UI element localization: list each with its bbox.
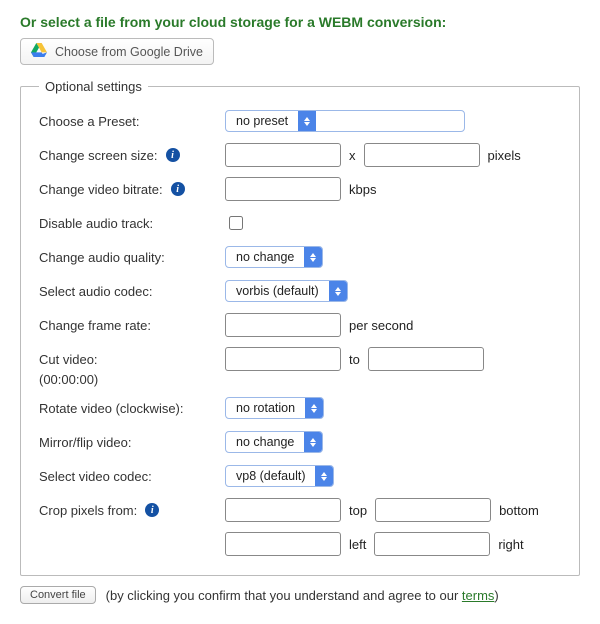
video-codec-label: Select video codec: xyxy=(39,469,152,484)
crop-bottom-unit: bottom xyxy=(499,503,539,518)
disable-audio-label: Disable audio track: xyxy=(39,216,153,231)
kbps-unit: kbps xyxy=(349,182,376,197)
frame-rate-input[interactable] xyxy=(225,313,341,337)
preset-select[interactable]: no preset xyxy=(225,110,465,132)
rotate-select[interactable]: no rotation xyxy=(225,397,324,419)
choose-google-drive-label: Choose from Google Drive xyxy=(55,45,203,59)
disclaimer-text: (by clicking you confirm that you unders… xyxy=(106,588,499,603)
preset-select-value: no preset xyxy=(226,114,298,128)
preset-label: Choose a Preset: xyxy=(39,114,139,129)
choose-google-drive-button[interactable]: Choose from Google Drive xyxy=(20,38,214,65)
cut-video-to-input[interactable] xyxy=(368,347,484,371)
convert-row: Convert file (by clicking you confirm th… xyxy=(20,586,580,604)
convert-file-button[interactable]: Convert file xyxy=(20,586,96,604)
info-icon[interactable]: i xyxy=(171,182,185,196)
audio-quality-select[interactable]: no change xyxy=(225,246,323,268)
screen-width-input[interactable] xyxy=(225,143,341,167)
screen-size-label: Change screen size: xyxy=(39,148,158,163)
audio-codec-label: Select audio codec: xyxy=(39,284,152,299)
audio-quality-label: Change audio quality: xyxy=(39,250,165,265)
rotate-label: Rotate video (clockwise): xyxy=(39,401,184,416)
per-second-unit: per second xyxy=(349,318,413,333)
select-arrows-icon xyxy=(315,466,333,486)
video-codec-value: vp8 (default) xyxy=(226,469,315,483)
frame-rate-label: Change frame rate: xyxy=(39,318,151,333)
crop-right-input[interactable] xyxy=(374,532,490,556)
crop-top-unit: top xyxy=(349,503,367,518)
terms-link[interactable]: terms xyxy=(462,588,495,603)
disclaimer-prefix: (by clicking you confirm that you unders… xyxy=(106,588,462,603)
crop-left-input[interactable] xyxy=(225,532,341,556)
rotate-value: no rotation xyxy=(226,401,305,415)
disable-audio-checkbox[interactable] xyxy=(229,216,243,230)
select-arrows-icon xyxy=(304,247,322,267)
screen-height-input[interactable] xyxy=(364,143,480,167)
google-drive-icon xyxy=(31,43,47,60)
crop-left-unit: left xyxy=(349,537,366,552)
info-icon[interactable]: i xyxy=(145,503,159,517)
info-icon[interactable]: i xyxy=(166,148,180,162)
video-bitrate-label: Change video bitrate: xyxy=(39,182,163,197)
select-arrows-icon xyxy=(329,281,347,301)
crop-right-unit: right xyxy=(498,537,523,552)
mirror-select[interactable]: no change xyxy=(225,431,323,453)
optional-settings-fieldset: Optional settings Choose a Preset: no pr… xyxy=(20,79,580,576)
select-arrows-icon xyxy=(304,432,322,452)
optional-settings-legend: Optional settings xyxy=(39,79,148,94)
mirror-value: no change xyxy=(226,435,304,449)
cut-to-label: to xyxy=(349,352,360,367)
audio-codec-select[interactable]: vorbis (default) xyxy=(225,280,348,302)
cut-video-from-input[interactable] xyxy=(225,347,341,371)
cut-video-format-hint: (00:00:00) xyxy=(39,372,561,387)
video-codec-select[interactable]: vp8 (default) xyxy=(225,465,334,487)
cloud-storage-heading: Or select a file from your cloud storage… xyxy=(20,14,580,30)
crop-label: Crop pixels from: xyxy=(39,503,137,518)
cut-video-label: Cut video: xyxy=(39,352,98,367)
audio-quality-value: no change xyxy=(226,250,304,264)
disclaimer-suffix: ) xyxy=(494,588,498,603)
select-arrows-icon xyxy=(298,111,316,131)
crop-bottom-input[interactable] xyxy=(375,498,491,522)
select-arrows-icon xyxy=(305,398,323,418)
audio-codec-value: vorbis (default) xyxy=(226,284,329,298)
mirror-label: Mirror/flip video: xyxy=(39,435,131,450)
crop-top-input[interactable] xyxy=(225,498,341,522)
dimension-x: x xyxy=(349,148,356,163)
video-bitrate-input[interactable] xyxy=(225,177,341,201)
pixels-unit: pixels xyxy=(488,148,521,163)
